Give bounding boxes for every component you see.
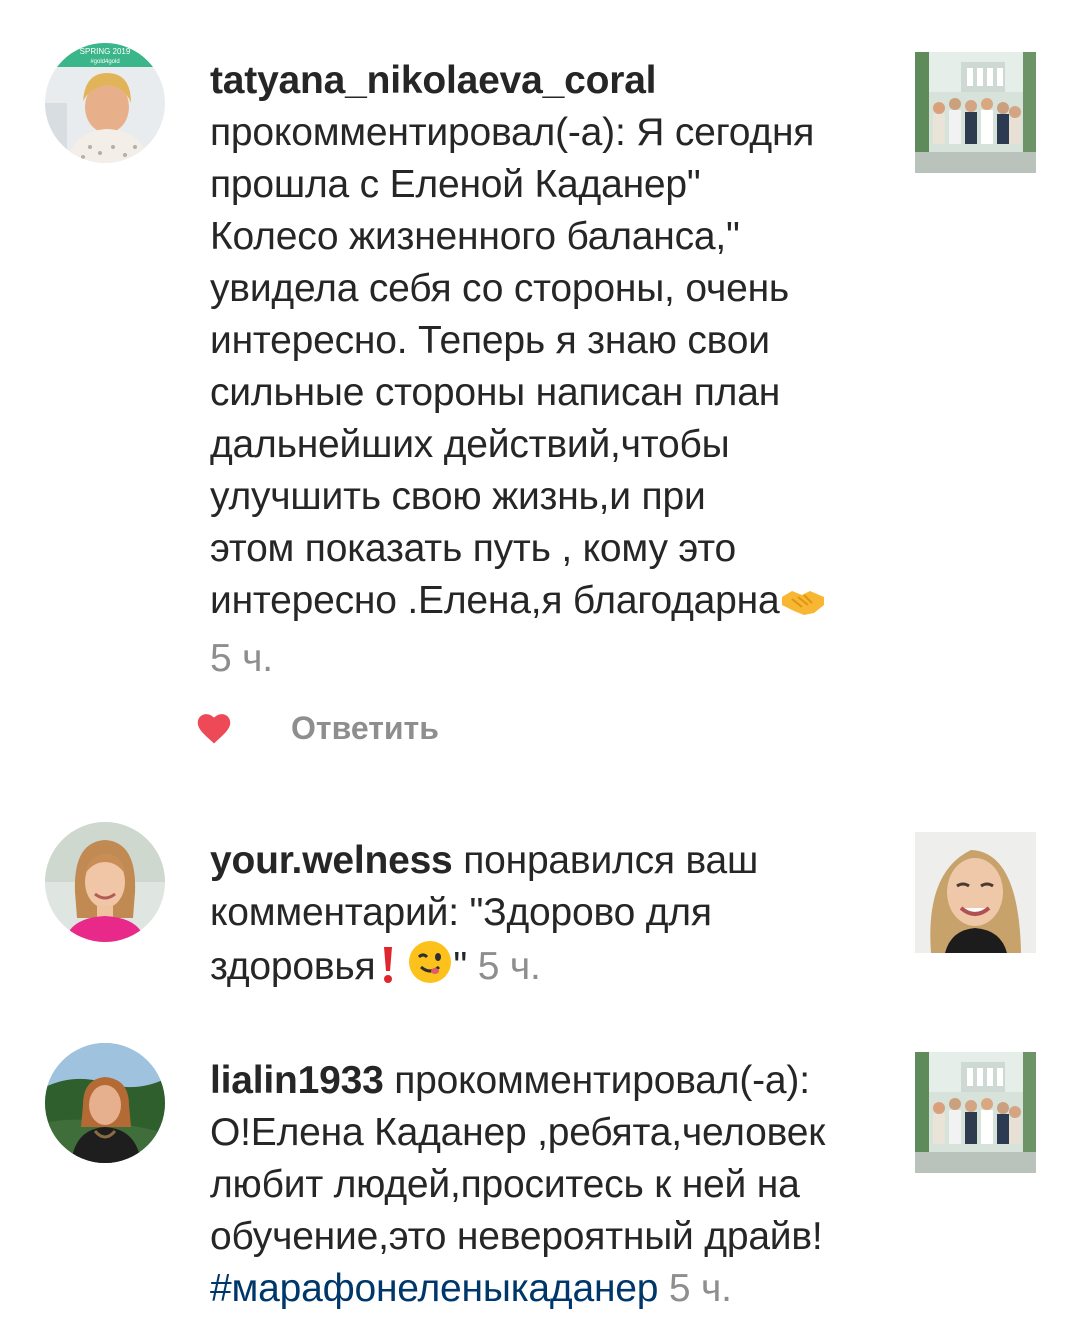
avatar-image: SPRING 2019 #gold4gold (45, 43, 165, 163)
notification-line: комментарий: "Здорово для (210, 891, 712, 934)
comment-line: сильные стороны написан план (210, 371, 781, 414)
comment-actions: Ответить (195, 702, 439, 754)
username-link[interactable]: tatyana_nikolaeva_coral (210, 59, 657, 102)
notification-item[interactable]: SPRING 2019 #gold4gold tatyana_nikolaeva… (0, 0, 1080, 780)
comment-line: прокомментировал(-а): (383, 1059, 810, 1102)
comment-line: интересно. Теперь я знаю свои (210, 319, 770, 362)
avatar[interactable] (45, 822, 165, 942)
heart-icon[interactable] (195, 711, 233, 745)
comment-text: lialin1933 прокомментировал(-а): О!Елена… (210, 1055, 870, 1315)
comment-text: tatyana_nikolaeva_coral прокомментировал… (210, 55, 870, 685)
notification-line: здоровья (210, 945, 376, 988)
comment-line: прокомментировал(-а): Я сегодня (210, 111, 815, 154)
hashtag-link[interactable]: #марафонеленыкаданер (210, 1267, 658, 1310)
reply-button[interactable]: Ответить (291, 710, 439, 747)
notification-item[interactable]: your.welness понравился ваш комментарий:… (0, 800, 1080, 1010)
wink-emoji (407, 939, 453, 999)
avatar-badge-text: #gold4gold (90, 59, 119, 65)
username-link[interactable]: lialin1933 (210, 1059, 384, 1102)
avatar[interactable]: SPRING 2019 #gold4gold (45, 43, 165, 163)
post-thumbnail-image (915, 52, 1036, 173)
post-thumbnail-image (915, 832, 1036, 953)
comment-line: интересно .Елена,я благодарна (210, 579, 780, 622)
timestamp: 5 ч. (210, 637, 273, 680)
notification-item[interactable]: lialin1933 прокомментировал(-а): О!Елена… (0, 1030, 1080, 1320)
avatar[interactable] (45, 1043, 165, 1163)
username-link[interactable]: your.welness (210, 839, 453, 882)
handshake-emoji (780, 581, 826, 633)
avatar-image (45, 822, 165, 942)
comment-line: прошла с Еленой Каданер" (210, 163, 701, 206)
exclamation-emoji (375, 945, 401, 999)
post-thumbnail[interactable] (915, 52, 1036, 173)
comment-line: любит людей,проситесь к ней на (210, 1163, 800, 1206)
comment-line: этом показать путь , кому это (210, 527, 736, 570)
avatar-image (45, 1043, 165, 1163)
timestamp: 5 ч. (668, 1267, 732, 1310)
comment-line: обучение,это невероятный драйв! (210, 1215, 823, 1258)
post-thumbnail-image (915, 1052, 1036, 1173)
comment-line: дальнейших действий,чтобы (210, 423, 730, 466)
avatar-banner-text: SPRING 2019 (80, 47, 131, 56)
comment-line: Колесо жизненного баланса," (210, 215, 740, 258)
comment-line: улучшить свою жизнь,и при (210, 475, 706, 518)
post-thumbnail[interactable] (915, 1052, 1036, 1173)
post-thumbnail[interactable] (915, 832, 1036, 953)
timestamp: 5 ч. (477, 945, 541, 988)
notification-line: " (453, 945, 468, 988)
notification-text: your.welness понравился ваш комментарий:… (210, 835, 870, 999)
notification-line: понравился ваш (452, 839, 759, 882)
comment-line: О!Елена Каданер ,ребята,человек (210, 1111, 826, 1154)
comment-line: увидела себя со стороны, очень (210, 267, 790, 310)
